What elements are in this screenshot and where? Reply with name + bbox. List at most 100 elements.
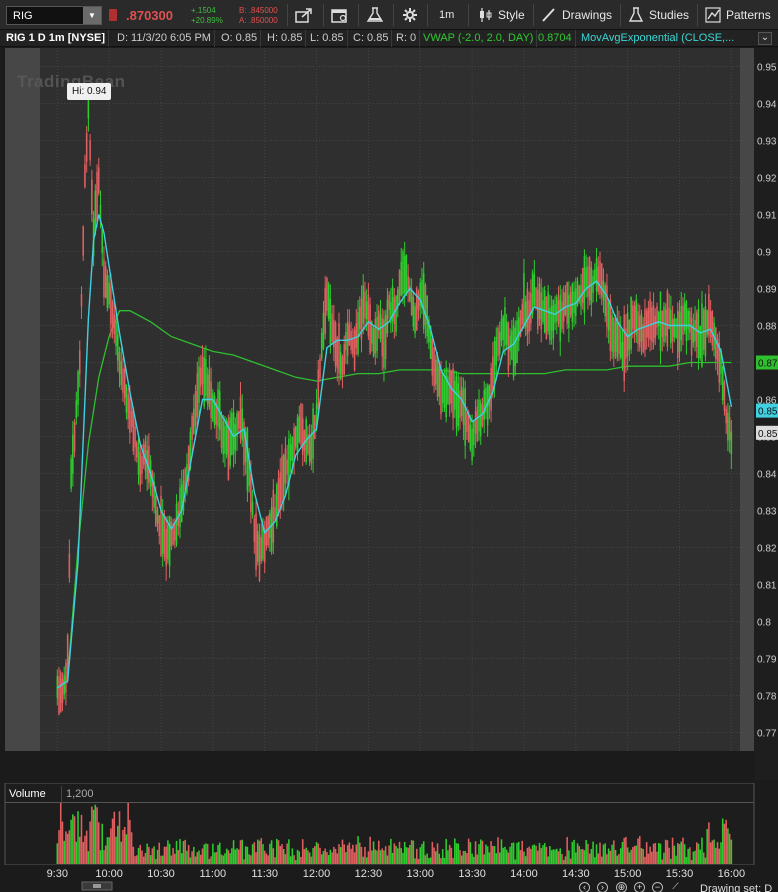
ema-study-label[interactable]: MovAvgExponential (CLOSE,... — [578, 30, 748, 47]
studies-button[interactable]: Studies — [649, 4, 689, 26]
volume-bar — [244, 846, 247, 864]
candle-body — [103, 259, 105, 298]
volume-bar — [383, 850, 385, 864]
volume-bar — [630, 849, 632, 864]
volume-bar — [94, 804, 97, 864]
scroll-left-icon[interactable]: ‹ — [579, 882, 590, 892]
volume-bar — [498, 852, 501, 864]
style-button[interactable]: Style — [498, 4, 525, 26]
volume-bar — [320, 854, 323, 864]
volume-bar — [412, 840, 415, 864]
chevron-down-icon[interactable]: ▼ — [83, 7, 101, 24]
patterns-button[interactable]: Patterns — [726, 4, 771, 26]
volume-bar — [519, 850, 522, 864]
net-change: +.1504 — [191, 6, 216, 15]
candle-body — [134, 426, 136, 448]
volume-bar — [384, 846, 387, 864]
volume-bar — [136, 855, 138, 864]
volume-bar — [478, 844, 480, 864]
volume-bar — [500, 839, 503, 864]
volume-bar — [70, 819, 72, 864]
flask-icon[interactable] — [366, 4, 386, 26]
panel-menu-chevron-icon[interactable]: ⌄ — [758, 32, 772, 45]
vwap-study-label[interactable]: VWAP (-2.0, 2.0, DAY) — [420, 30, 538, 47]
scroll-right-icon[interactable]: › — [597, 882, 608, 892]
drawing-tool-icon[interactable]: ⟋ — [670, 882, 681, 892]
candle-style-icon[interactable] — [478, 4, 496, 26]
candle-body — [381, 318, 383, 357]
crosshair-icon[interactable]: ⊕ — [616, 882, 627, 892]
time-tick-label: 11:30 — [251, 868, 278, 880]
volume-bar — [576, 843, 579, 864]
candle-body — [65, 662, 67, 693]
volume-bar — [129, 819, 131, 864]
calendar-icon[interactable] — [331, 4, 351, 26]
volume-bar — [528, 846, 530, 864]
volume-bar — [651, 851, 653, 864]
drawing-set-label[interactable]: Drawing set: D — [700, 883, 772, 892]
volume-bar — [215, 852, 218, 864]
volume-bar — [462, 850, 465, 864]
aggregation-button[interactable]: 1m — [439, 4, 454, 26]
candle-body — [232, 412, 235, 455]
candle-body — [63, 674, 65, 695]
candle-body — [111, 301, 114, 328]
volume-bar — [142, 856, 145, 864]
volume-bar — [466, 853, 468, 864]
studies-flask-icon[interactable] — [628, 4, 646, 26]
candle-body — [398, 270, 401, 301]
symbol-input[interactable]: RIG ▼ — [6, 6, 102, 25]
gear-icon[interactable] — [401, 4, 421, 26]
candle-body — [148, 446, 150, 483]
share-icon[interactable] — [295, 4, 315, 26]
candle-body — [364, 291, 366, 319]
volume-bar — [433, 847, 435, 864]
volume-bar — [189, 857, 192, 864]
volume-bar — [206, 843, 209, 864]
candle-body — [193, 408, 195, 434]
candle-body — [492, 356, 494, 393]
candle-body — [104, 266, 107, 298]
volume-bar — [239, 840, 242, 864]
candle-body — [526, 288, 529, 335]
volume-bar — [623, 837, 625, 864]
candle-body — [246, 428, 249, 491]
candle-body — [405, 254, 408, 294]
candle-body — [500, 318, 503, 341]
volume-bar — [194, 856, 197, 864]
flag-icon[interactable] — [109, 9, 117, 21]
pencil-icon[interactable] — [541, 4, 559, 26]
volume-bar — [63, 840, 65, 864]
candle-body — [433, 347, 435, 387]
candle-body — [530, 293, 532, 324]
volume-bar — [110, 828, 112, 864]
candle-body — [253, 518, 256, 542]
volume-bar — [258, 840, 261, 864]
candle-body — [80, 294, 83, 307]
toolbar-divider — [533, 4, 534, 26]
candle-body — [160, 496, 162, 557]
volume-bar — [474, 841, 477, 864]
drawings-button[interactable]: Drawings — [562, 4, 612, 26]
volume-bar — [566, 837, 568, 864]
price-tick-label: 0.93 — [757, 137, 777, 148]
bar-open: O: 0.85 — [218, 30, 262, 47]
candle-body — [689, 311, 691, 333]
candle-body — [345, 332, 347, 351]
volume-bar — [212, 843, 214, 864]
volume-bar — [246, 846, 249, 864]
patterns-icon[interactable] — [705, 4, 723, 26]
volume-bar — [416, 848, 418, 864]
volume-bar — [103, 850, 105, 864]
volume-bar — [56, 843, 59, 864]
zoom-in-icon[interactable]: + — [634, 882, 645, 892]
volume-bar — [213, 852, 216, 864]
candle-body — [452, 368, 454, 419]
price-chart[interactable]: 0.950.940.930.920.910.90.890.880.870.860… — [0, 48, 778, 780]
candle-body — [199, 367, 202, 387]
toolbar-divider — [358, 4, 359, 26]
volume-bar — [253, 842, 256, 864]
zoom-out-icon[interactable]: − — [652, 882, 663, 892]
candle-body — [174, 523, 176, 541]
volume-bar — [234, 849, 237, 864]
